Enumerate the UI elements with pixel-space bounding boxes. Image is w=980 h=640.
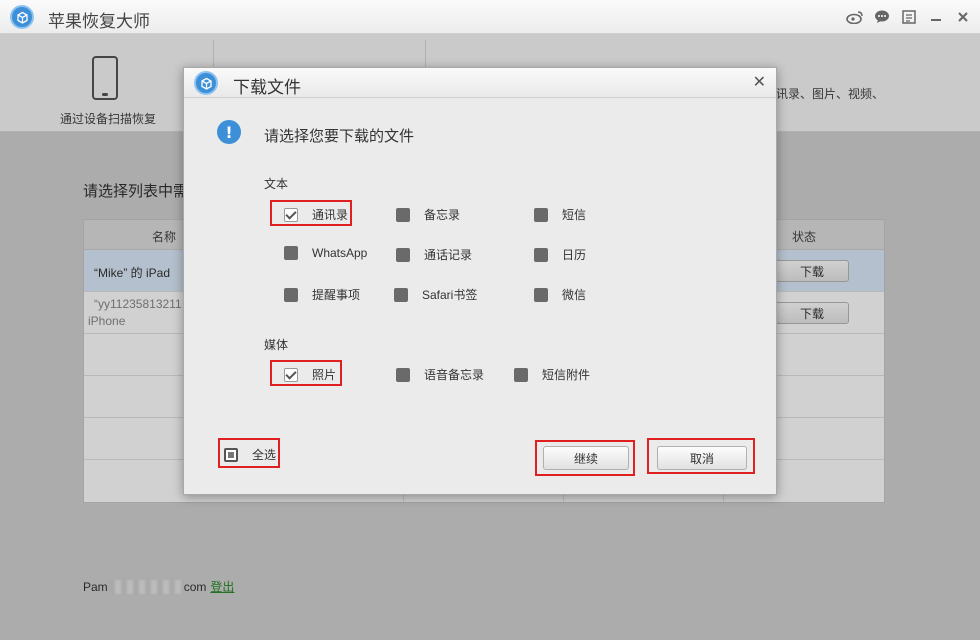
text-section-label: 文本 (264, 177, 289, 191)
chat-icon[interactable] (873, 8, 891, 26)
cancel-button[interactable]: 取消 (657, 446, 747, 470)
feedback-icon[interactable] (900, 8, 918, 26)
app-logo-icon (194, 71, 218, 95)
app-logo-icon (10, 5, 34, 29)
dialog-close-icon[interactable]: ✕ (753, 72, 766, 92)
checkbox[interactable] (396, 367, 410, 382)
dialog-header: 下载文件 ✕ (184, 68, 776, 98)
option-wechat[interactable]: 微信 (534, 286, 586, 303)
media-section-label: 媒体 (264, 338, 289, 352)
checkbox[interactable] (396, 207, 410, 222)
dialog-message: 请选择您要下载的文件 (264, 128, 415, 145)
weibo-icon[interactable] (846, 8, 864, 26)
minimize-icon[interactable] (927, 8, 945, 26)
select-all-option[interactable]: 全选 (224, 446, 276, 463)
dialog-title: 下载文件 (233, 78, 301, 97)
checkbox[interactable] (534, 287, 548, 302)
option-photos[interactable]: 照片 (284, 366, 336, 383)
checkbox[interactable] (284, 246, 298, 260)
checkbox[interactable] (534, 247, 548, 262)
option-voice-memos[interactable]: 语音备忘录 (396, 366, 484, 383)
option-calendar[interactable]: 日历 (534, 246, 586, 263)
option-notes[interactable]: 备忘录 (396, 206, 460, 223)
info-icon: ! (217, 120, 241, 144)
checkbox[interactable] (534, 207, 548, 222)
option-whatsapp[interactable]: WhatsApp (284, 246, 367, 260)
checkbox[interactable] (396, 247, 410, 262)
close-icon[interactable] (954, 8, 972, 26)
option-safari-bookmarks[interactable]: Safari书签 (394, 286, 477, 303)
download-dialog: 下载文件 ✕ ! 请选择您要下载的文件 文本 通讯录 备忘录 短信 WhatsA… (183, 67, 777, 495)
option-contacts[interactable]: 通讯录 (284, 206, 348, 223)
option-call-history[interactable]: 通话记录 (396, 246, 472, 263)
option-sms-attachments[interactable]: 短信附件 (514, 366, 590, 383)
option-sms[interactable]: 短信 (534, 206, 586, 223)
checkbox[interactable] (514, 367, 528, 382)
checkbox[interactable] (284, 367, 298, 382)
checkbox[interactable] (284, 207, 298, 222)
continue-button[interactable]: 继续 (543, 446, 629, 470)
option-reminders[interactable]: 提醒事项 (284, 286, 360, 303)
checkbox[interactable] (394, 287, 408, 302)
app-title: 苹果恢复大师 (48, 12, 150, 31)
checkbox[interactable] (224, 447, 238, 462)
checkbox[interactable] (284, 287, 298, 302)
title-bar: 苹果恢复大师 (0, 0, 980, 34)
